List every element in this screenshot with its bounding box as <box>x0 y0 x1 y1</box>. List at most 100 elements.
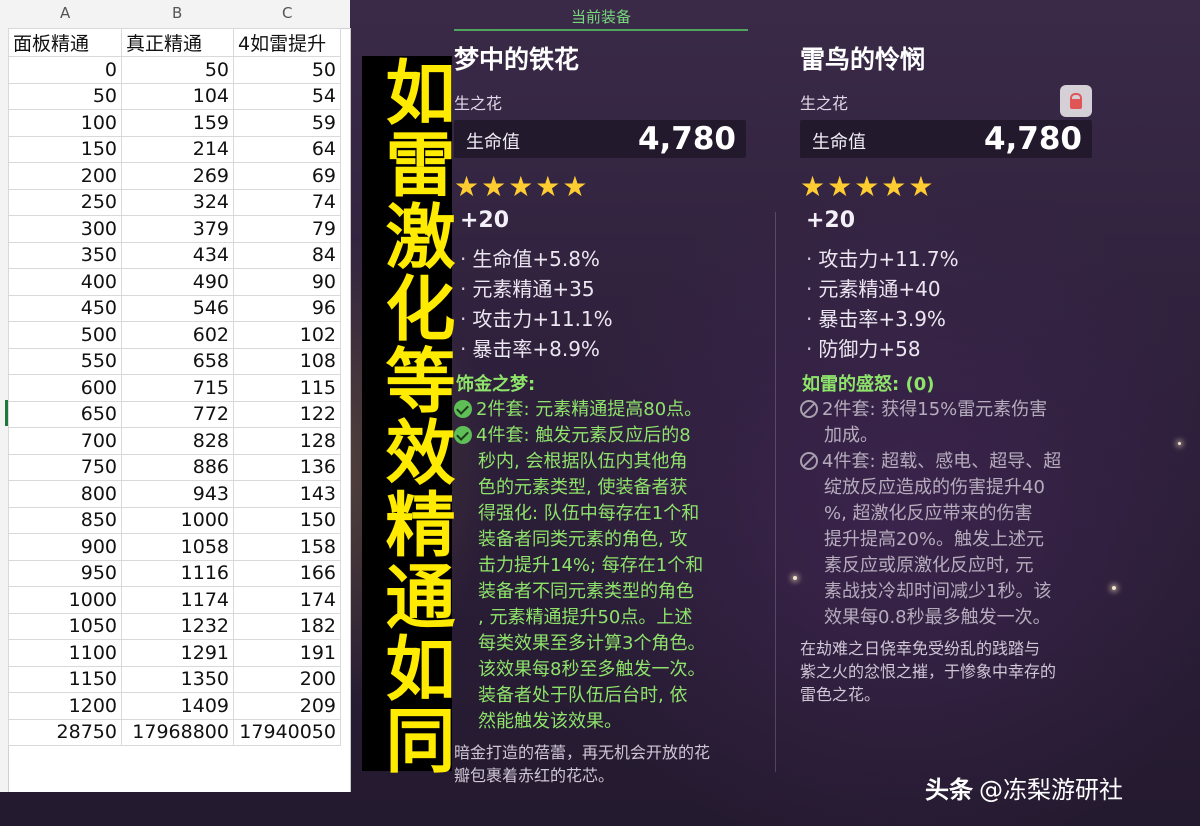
table-cell[interactable]: 324 <box>121 188 234 216</box>
table-row: 800 943 143 <box>8 480 341 508</box>
set-effects: 2件套: 获得15%雷元素伤害 加成。 4件套: 超载、感电、超导、超 绽放反应… <box>800 397 1100 631</box>
table-cell[interactable]: 128 <box>233 427 341 455</box>
table-cell[interactable]: 1150 <box>8 665 122 693</box>
substat: · 防御力+58 <box>806 337 921 361</box>
table-cell[interactable]: 166 <box>233 559 341 587</box>
header-true-em[interactable]: 真正精通 <box>121 28 234 57</box>
table-cell[interactable]: 828 <box>121 427 234 455</box>
column-letter-c: C <box>282 4 293 22</box>
header-panel-em[interactable]: 面板精通 <box>8 28 122 57</box>
table-cell[interactable]: 17940050 <box>233 718 341 746</box>
table-cell[interactable]: 1350 <box>121 665 234 693</box>
table-cell[interactable]: 500 <box>8 321 122 349</box>
table-cell[interactable]: 1000 <box>121 506 234 534</box>
header-thundering-bonus[interactable]: 4如雷提升 <box>233 28 341 57</box>
table-cell[interactable]: 600 <box>8 374 122 402</box>
table-cell[interactable]: 269 <box>121 162 234 190</box>
table-cell[interactable]: 150 <box>233 506 341 534</box>
table-cell[interactable]: 28750 <box>8 718 122 746</box>
table-cell[interactable]: 182 <box>233 612 341 640</box>
table-row: 350 434 84 <box>8 241 341 269</box>
table-cell[interactable]: 1200 <box>8 692 122 720</box>
table-cell[interactable]: 69 <box>233 162 341 190</box>
table-cell[interactable]: 434 <box>121 241 234 269</box>
main-stat-value: 4,780 <box>983 121 1082 157</box>
table-cell[interactable]: 602 <box>121 321 234 349</box>
table-cell[interactable]: 50 <box>121 56 234 84</box>
table-cell[interactable]: 96 <box>233 294 341 322</box>
table-cell[interactable]: 546 <box>121 294 234 322</box>
table-cell[interactable]: 1058 <box>121 533 234 561</box>
table-cell[interactable]: 650 <box>8 400 122 428</box>
table-cell[interactable]: 200 <box>8 162 122 190</box>
table-cell[interactable]: 214 <box>121 135 234 163</box>
set-name: 如雷的盛怒: (0) <box>802 374 935 395</box>
table-cell[interactable]: 0 <box>8 56 122 84</box>
table-cell[interactable]: 1116 <box>121 559 234 587</box>
table-cell[interactable]: 200 <box>233 665 341 693</box>
table-cell[interactable]: 1000 <box>8 586 122 614</box>
table-cell[interactable]: 450 <box>8 294 122 322</box>
table-cell[interactable]: 550 <box>8 347 122 375</box>
table-cell[interactable]: 1050 <box>8 612 122 640</box>
spreadsheet: A B C 面板精通 真正精通 4如雷提升 0 50 50 50 104 54 100 159… <box>0 0 351 792</box>
table-cell[interactable]: 1409 <box>121 692 234 720</box>
table-cell[interactable]: 886 <box>121 453 234 481</box>
set-effects: 2件套: 元素精通提高80点。 4件套: 触发元素反应后的8 秒内, 会根据队伍… <box>454 397 754 735</box>
table-cell[interactable]: 136 <box>233 453 341 481</box>
table-row: 850 1000 150 <box>8 506 341 534</box>
table-cell[interactable]: 115 <box>233 374 341 402</box>
table-cell[interactable]: 79 <box>233 215 341 243</box>
table-cell[interactable]: 150 <box>8 135 122 163</box>
table-cell[interactable]: 104 <box>121 82 234 110</box>
table-cell[interactable]: 108 <box>233 347 341 375</box>
table-cell[interactable]: 159 <box>121 109 234 137</box>
table-cell[interactable]: 490 <box>121 268 234 296</box>
table-cell[interactable]: 943 <box>121 480 234 508</box>
table-cell[interactable]: 174 <box>233 586 341 614</box>
table-cell[interactable]: 209 <box>233 692 341 720</box>
table-cell[interactable]: 1100 <box>8 639 122 667</box>
table-cell[interactable]: 191 <box>233 639 341 667</box>
table-cell[interactable]: 102 <box>233 321 341 349</box>
table-cell[interactable]: 1291 <box>121 639 234 667</box>
table-cell[interactable]: 250 <box>8 188 122 216</box>
table-cell[interactable]: 800 <box>8 480 122 508</box>
table-cell[interactable]: 900 <box>8 533 122 561</box>
table-cell[interactable]: 50 <box>8 82 122 110</box>
table-cell[interactable]: 300 <box>8 215 122 243</box>
table-cell[interactable]: 143 <box>233 480 341 508</box>
table-cell[interactable]: 950 <box>8 559 122 587</box>
substat: · 元素精通+40 <box>806 277 941 301</box>
table-cell[interactable]: 54 <box>233 82 341 110</box>
set-effect-2pc: 2件套: 元素精通提高80点。 <box>454 397 754 423</box>
table-cell[interactable]: 59 <box>233 109 341 137</box>
lock-icon[interactable] <box>1060 85 1092 117</box>
substat-list: · 生命值+5.8% · 元素精通+35 · 攻击力+11.1% · 暴击率+8.9% <box>460 244 613 364</box>
table-cell[interactable]: 750 <box>8 453 122 481</box>
table-cell[interactable]: 400 <box>8 268 122 296</box>
table-cell[interactable]: 658 <box>121 347 234 375</box>
table-cell[interactable]: 1232 <box>121 612 234 640</box>
disabled-icon <box>800 452 818 470</box>
table-cell[interactable]: 158 <box>233 533 341 561</box>
table-cell[interactable]: 74 <box>233 188 341 216</box>
table-cell[interactable]: 350 <box>8 241 122 269</box>
table-cell[interactable]: 17968800 <box>121 718 234 746</box>
table-cell[interactable]: 379 <box>121 215 234 243</box>
table-cell[interactable]: 850 <box>8 506 122 534</box>
table-row: 200 269 69 <box>8 162 341 190</box>
table-cell[interactable]: 84 <box>233 241 341 269</box>
table-cell[interactable]: 1174 <box>121 586 234 614</box>
sparkle-icon <box>793 576 797 580</box>
table-cell[interactable]: 772 <box>121 400 234 428</box>
table-cell[interactable]: 715 <box>121 374 234 402</box>
table-cell[interactable]: 64 <box>233 135 341 163</box>
table-cell[interactable]: 700 <box>8 427 122 455</box>
set-name: 饰金之梦: <box>456 374 536 395</box>
table-cell[interactable]: 90 <box>233 268 341 296</box>
table-row: 950 1116 166 <box>8 559 341 587</box>
table-cell[interactable]: 122 <box>233 400 341 428</box>
table-cell[interactable]: 100 <box>8 109 122 137</box>
table-cell[interactable]: 50 <box>233 56 341 84</box>
